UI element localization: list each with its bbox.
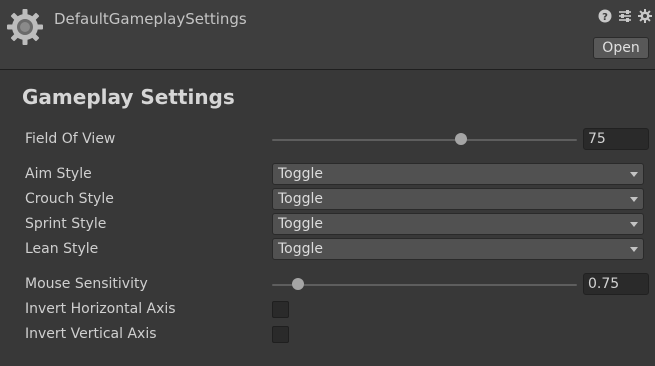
chevron-down-icon [630,197,638,202]
field-of-view-slider-handle[interactable] [455,133,467,145]
field-of-view-input[interactable]: 75 [583,128,649,150]
invert-horizontal-label: Invert Horizontal Axis [25,301,176,317]
mouse-sensitivity-slider[interactable] [272,284,577,286]
sprint-style-dropdown[interactable]: Toggle [272,213,644,235]
asset-name: DefaultGameplaySettings [54,10,247,28]
aim-style-label: Aim Style [25,166,92,182]
help-icon[interactable]: ? [598,9,612,23]
invert-horizontal-checkbox[interactable] [272,301,289,318]
lean-style-label: Lean Style [25,241,99,257]
inspector-header: DefaultGameplaySettings ? Open [0,0,655,70]
sprint-style-value: Toggle [278,216,324,232]
lean-style-dropdown[interactable]: Toggle [272,238,644,260]
crouch-style-label: Crouch Style [25,191,114,207]
open-button[interactable]: Open [593,37,649,59]
chevron-down-icon [630,222,638,227]
crouch-style-dropdown[interactable]: Toggle [272,188,644,210]
invert-vertical-checkbox[interactable] [272,326,289,343]
settings-gear-icon[interactable] [638,9,652,23]
gear-asset-icon [7,9,43,45]
lean-style-value: Toggle [278,241,324,257]
section-title: Gameplay Settings [22,85,235,109]
sprint-style-label: Sprint Style [25,216,107,232]
mouse-sensitivity-input[interactable]: 0.75 [583,273,649,295]
chevron-down-icon [630,247,638,252]
field-of-view-label: Field Of View [25,131,116,147]
mouse-sensitivity-slider-handle[interactable] [292,278,304,290]
field-of-view-slider[interactable] [272,139,577,141]
chevron-down-icon [630,172,638,177]
mouse-sensitivity-label: Mouse Sensitivity [25,276,148,292]
aim-style-dropdown[interactable]: Toggle [272,163,644,185]
crouch-style-value: Toggle [278,191,324,207]
preset-icon[interactable] [618,9,632,23]
aim-style-value: Toggle [278,166,324,182]
invert-vertical-label: Invert Vertical Axis [25,326,157,342]
svg-text:?: ? [602,12,608,23]
